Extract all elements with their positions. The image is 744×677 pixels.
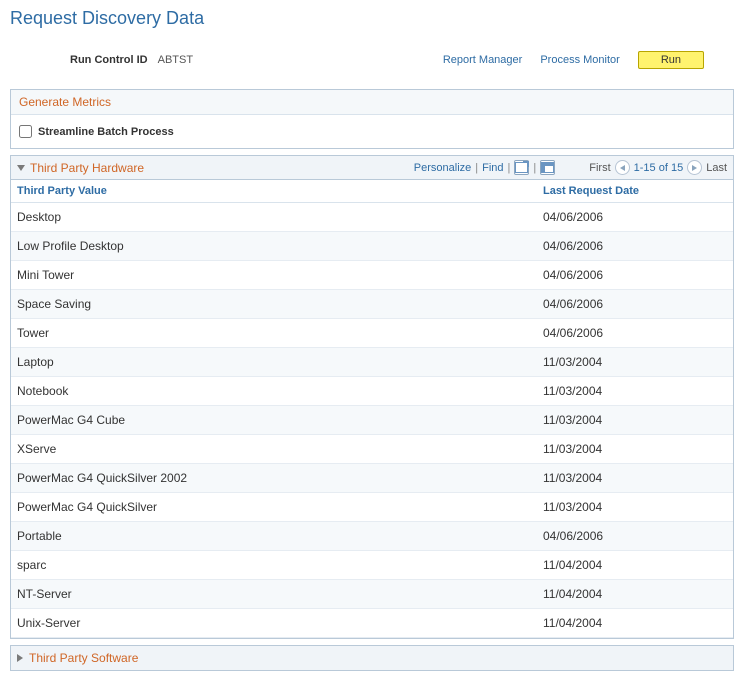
page-title: Request Discovery Data xyxy=(0,0,744,41)
cell-value: Low Profile Desktop xyxy=(11,232,537,260)
grid-column-headers: Third Party Value Last Request Date xyxy=(11,180,733,203)
nav-range[interactable]: 1-15 of 15 xyxy=(634,162,684,174)
grid-title-wrap[interactable]: Third Party Hardware xyxy=(17,161,144,175)
cell-value: sparc xyxy=(11,551,537,579)
generate-metrics-panel: Generate Metrics Streamline Batch Proces… xyxy=(10,89,734,149)
streamline-label: Streamline Batch Process xyxy=(38,126,174,138)
collapse-icon xyxy=(17,165,25,171)
nav-first[interactable]: First xyxy=(589,162,610,174)
table-row: Low Profile Desktop04/06/2006 xyxy=(11,232,733,261)
cell-date: 11/04/2004 xyxy=(537,609,733,637)
cell-value: NT-Server xyxy=(11,580,537,608)
cell-value: PowerMac G4 QuickSilver 2002 xyxy=(11,464,537,492)
table-row: Laptop11/03/2004 xyxy=(11,348,733,377)
col-header-value[interactable]: Third Party Value xyxy=(11,180,537,202)
cell-date: 11/03/2004 xyxy=(537,406,733,434)
grid-title: Third Party Hardware xyxy=(30,161,144,175)
cell-date: 11/03/2004 xyxy=(537,464,733,492)
cell-value: PowerMac G4 QuickSilver xyxy=(11,493,537,521)
table-row: Space Saving04/06/2006 xyxy=(11,290,733,319)
cell-date: 11/03/2004 xyxy=(537,493,733,521)
cell-date: 04/06/2006 xyxy=(537,261,733,289)
software-title: Third Party Software xyxy=(29,651,138,665)
run-control-value: ABTST xyxy=(158,54,193,66)
streamline-row: Streamline Batch Process xyxy=(11,115,733,148)
grid-body: Desktop04/06/2006Low Profile Desktop04/0… xyxy=(11,203,733,638)
panel-title: Generate Metrics xyxy=(11,90,733,115)
grid-nav: First 1-15 of 15 Last xyxy=(589,160,727,175)
cell-value: Notebook xyxy=(11,377,537,405)
expand-icon xyxy=(17,654,23,662)
cell-value: Desktop xyxy=(11,203,537,231)
table-row: Mini Tower04/06/2006 xyxy=(11,261,733,290)
run-control-row: Run Control ID ABTST Report Manager Proc… xyxy=(0,41,744,89)
table-row: PowerMac G4 QuickSilver 200211/03/2004 xyxy=(11,464,733,493)
cell-value: Laptop xyxy=(11,348,537,376)
cell-date: 11/04/2004 xyxy=(537,580,733,608)
table-row: Tower04/06/2006 xyxy=(11,319,733,348)
cell-date: 04/06/2006 xyxy=(537,319,733,347)
process-monitor-link[interactable]: Process Monitor xyxy=(540,54,619,66)
cell-value: Mini Tower xyxy=(11,261,537,289)
table-row: NT-Server11/04/2004 xyxy=(11,580,733,609)
cell-value: Unix-Server xyxy=(11,609,537,637)
cell-value: XServe xyxy=(11,435,537,463)
table-row: XServe11/03/2004 xyxy=(11,435,733,464)
run-control-label: Run Control ID xyxy=(70,54,148,66)
cell-date: 11/03/2004 xyxy=(537,377,733,405)
cell-date: 11/04/2004 xyxy=(537,551,733,579)
cell-date: 04/06/2006 xyxy=(537,522,733,550)
grid-header-bar: Third Party Hardware Personalize | Find … xyxy=(11,156,733,180)
report-manager-link[interactable]: Report Manager xyxy=(443,54,523,66)
cell-date: 04/06/2006 xyxy=(537,290,733,318)
table-row: Notebook11/03/2004 xyxy=(11,377,733,406)
personalize-link[interactable]: Personalize xyxy=(414,162,471,174)
cell-value: Space Saving xyxy=(11,290,537,318)
col-header-date[interactable]: Last Request Date xyxy=(537,180,733,202)
toolbar-links: Report Manager Process Monitor Run xyxy=(443,51,734,69)
cell-date: 04/06/2006 xyxy=(537,232,733,260)
table-row: Unix-Server11/04/2004 xyxy=(11,609,733,638)
nav-next-icon[interactable] xyxy=(687,160,702,175)
cell-date: 11/03/2004 xyxy=(537,435,733,463)
cell-value: Tower xyxy=(11,319,537,347)
find-link[interactable]: Find xyxy=(482,162,503,174)
cell-date: 04/06/2006 xyxy=(537,203,733,231)
table-row: Portable04/06/2006 xyxy=(11,522,733,551)
separator: | xyxy=(508,162,511,174)
separator: | xyxy=(475,162,478,174)
grid-tools: Personalize | Find | | First 1-15 of 15 … xyxy=(414,160,727,175)
run-button[interactable]: Run xyxy=(638,51,704,69)
zoom-icon[interactable] xyxy=(514,160,529,175)
table-row: Desktop04/06/2006 xyxy=(11,203,733,232)
streamline-checkbox[interactable] xyxy=(19,125,32,138)
hardware-grid: Third Party Hardware Personalize | Find … xyxy=(10,155,734,639)
table-row: PowerMac G4 Cube11/03/2004 xyxy=(11,406,733,435)
download-icon[interactable] xyxy=(540,160,555,175)
cell-value: PowerMac G4 Cube xyxy=(11,406,537,434)
table-row: sparc11/04/2004 xyxy=(11,551,733,580)
software-section[interactable]: Third Party Software xyxy=(10,645,734,671)
cell-value: Portable xyxy=(11,522,537,550)
cell-date: 11/03/2004 xyxy=(537,348,733,376)
nav-prev-icon[interactable] xyxy=(615,160,630,175)
table-row: PowerMac G4 QuickSilver11/03/2004 xyxy=(11,493,733,522)
nav-last[interactable]: Last xyxy=(706,162,727,174)
separator: | xyxy=(533,162,536,174)
